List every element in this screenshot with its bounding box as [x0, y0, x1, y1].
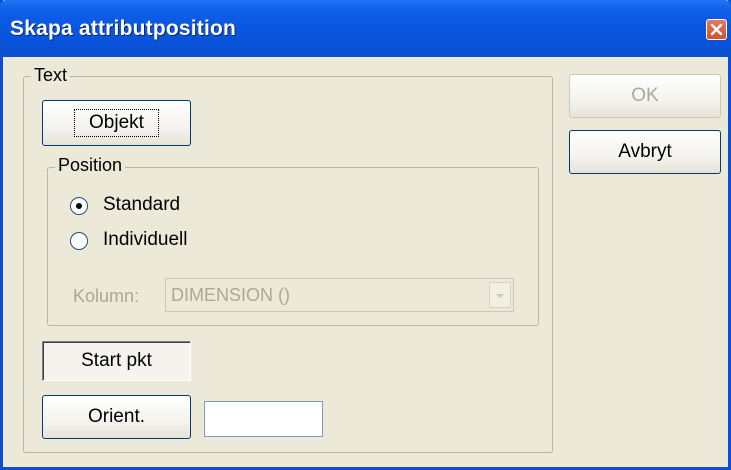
title-bar[interactable]: Skapa attributposition	[0, 0, 731, 57]
objekt-button-label: Objekt	[74, 109, 159, 137]
kolumn-select-value: DIMENSION ()	[171, 285, 290, 305]
position-group-legend: Position	[55, 155, 126, 176]
radio-standard-label[interactable]: Standard	[103, 194, 180, 216]
start-pkt-toggle[interactable]: Start pkt	[42, 341, 191, 381]
dialog-title: Skapa attributposition	[10, 17, 237, 40]
orient-input[interactable]	[204, 401, 323, 437]
radio-individuell-label[interactable]: Individuell	[103, 229, 188, 251]
orient-button[interactable]: Orient.	[42, 395, 191, 439]
objekt-button[interactable]: Objekt	[42, 100, 191, 146]
kolumn-label: Kolumn:	[73, 286, 140, 306]
radio-selected-dot	[76, 203, 82, 209]
ok-button[interactable]: OK	[569, 74, 721, 118]
text-group-legend: Text	[31, 65, 71, 86]
dropdown-arrow-button	[489, 282, 511, 308]
radio-individuell[interactable]	[70, 232, 88, 250]
chevron-down-icon	[496, 294, 504, 298]
radio-standard[interactable]	[70, 197, 88, 215]
close-icon	[710, 23, 723, 36]
kolumn-select: DIMENSION ()	[165, 278, 514, 312]
cancel-button[interactable]: Avbryt	[569, 130, 721, 174]
close-button[interactable]	[706, 19, 727, 40]
